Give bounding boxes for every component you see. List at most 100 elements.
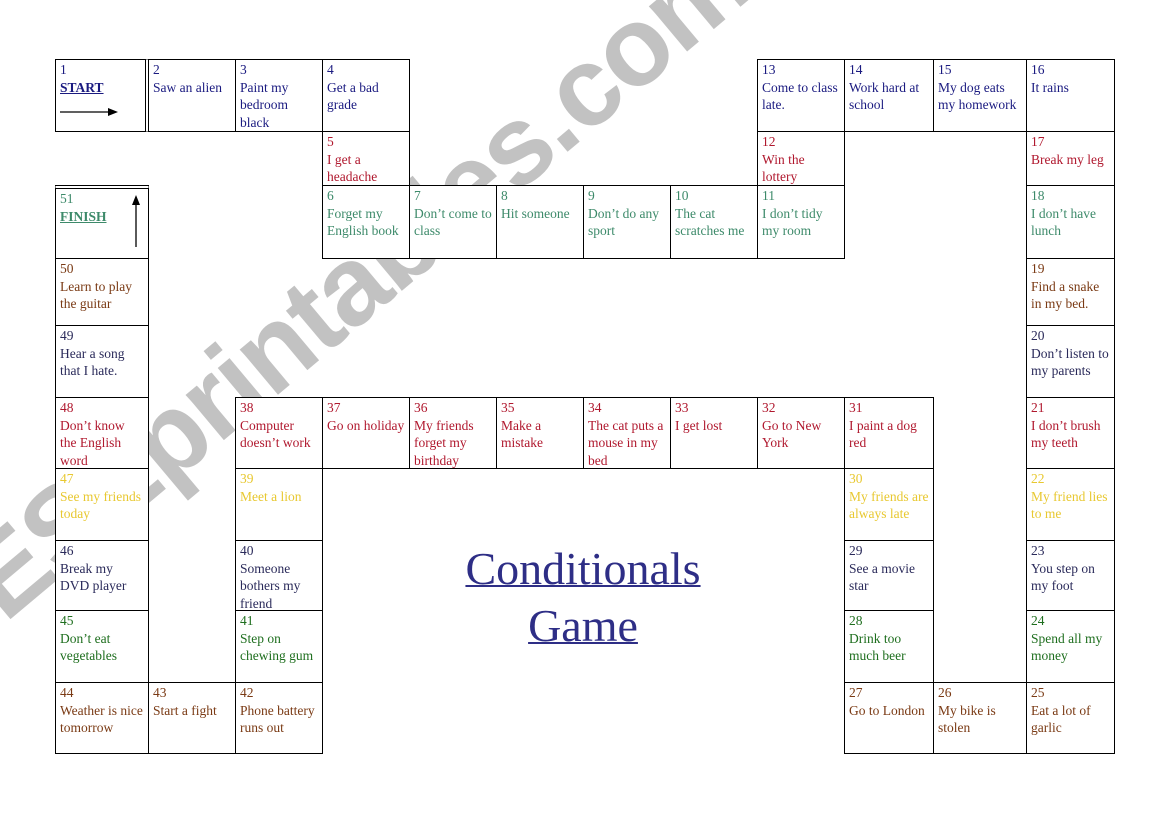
board-square-27: 27 Go to London [844,682,934,754]
square-text: My friends forget my birthday [414,417,474,468]
square-text: See a movie star [849,560,915,594]
square-text: Don’t come to class [414,205,492,239]
square-number: 46 [60,543,74,558]
start-label: START [60,79,104,95]
square-text: Computer doesn’t work [240,417,311,451]
square-text: Phone battery runs out [240,702,315,736]
board-square-10: 10 The cat scratches me [670,185,758,259]
square-text: Break my DVD player [60,560,127,594]
square-text: Paint my bedroom black [240,79,289,130]
square-number: 23 [1031,543,1045,558]
square-text: I don’t have lunch [1031,205,1096,239]
square-text: I don’t tidy my room [762,205,823,239]
square-number: 43 [153,685,167,700]
board-square-29: 29 See a movie star [844,540,934,611]
square-text: It rains [1031,79,1069,95]
board-square-11: 11 I don’t tidy my room [757,185,845,259]
square-number: 42 [240,685,254,700]
arrow-up-icon [132,195,140,247]
square-text: Go on holiday [327,417,405,433]
square-text: I get a headache [327,151,378,185]
square-number: 37 [327,400,341,415]
square-text: My friend lies to me [1031,488,1108,522]
board-square-5: 5 I get a headache [322,131,410,186]
square-text: My dog eats my homework [938,79,1017,113]
square-number: 2 [153,62,160,77]
square-text: Make a mistake [501,417,543,451]
square-number: 17 [1031,134,1045,149]
board-square-39: 39 Meet a lion [235,468,323,541]
board-square-19: 19 Find a snake in my bed. [1026,258,1115,326]
square-number: 14 [849,62,863,77]
board-square-37: 37 Go on holiday [322,397,410,469]
board-square-20: 20 Don’t listen to my parents [1026,325,1115,398]
square-text: Step on chewing gum [240,630,314,664]
square-number: 15 [938,62,952,77]
square-text: Win the lottery [762,151,805,185]
square-number: 9 [588,188,595,203]
square-number: 48 [60,400,74,415]
square-text: My bike is stolen [938,702,996,736]
square-text: I don’t brush my teeth [1031,417,1101,451]
square-text: Get a bad grade [327,79,379,113]
board-square-1: 1 START [55,59,149,132]
board-square-40: 40 Someone bothers my friend [235,540,323,611]
square-text: Someone bothers my friend [240,560,301,611]
square-text: Go to New York [762,417,822,451]
board-square-51: 51 FINISH [55,185,149,259]
board-square-49: 49 Hear a song that I hate. [55,325,149,398]
square-number: 30 [849,471,863,486]
square-number: 50 [60,261,74,276]
square-number: 27 [849,685,863,700]
square-number: 44 [60,685,74,700]
board-square-32: 32 Go to New York [757,397,845,469]
board-square-50: 50 Learn to play the guitar [55,258,149,326]
board-square-31: 31 I paint a dog red [844,397,934,469]
board-square-22: 22 My friend lies to me [1026,468,1115,541]
board-square-6: 6 Forget my English book [322,185,410,259]
square-number: 7 [414,188,421,203]
square-number: 5 [327,134,334,149]
square-text: Spend all my money [1031,630,1103,664]
square-text: Hit someone [501,205,570,221]
square-text: The cat scratches me [675,205,745,239]
board-square-15: 15 My dog eats my homework [933,59,1027,132]
square-number: 12 [762,134,776,149]
board-square-48: 48 Don’t know the English word [55,397,149,469]
square-text: You step on my foot [1031,560,1095,594]
square-number: 40 [240,543,254,558]
board-square-45: 45 Don’t eat vegetables [55,610,149,683]
square-number: 39 [240,471,254,486]
square-text: Don’t know the English word [60,417,125,468]
board-square-2: 2 Saw an alien [148,59,236,132]
board-square-16: 16 It rains [1026,59,1115,132]
board-square-36: 36 My friends forget my birthday [409,397,497,469]
square-text: Eat a lot of garlic [1031,702,1091,736]
board-square-42: 42 Phone battery runs out [235,682,323,754]
board-square-43: 43 Start a fight [148,682,236,754]
square-text: Learn to play the guitar [60,278,132,312]
board-square-8: 8 Hit someone [496,185,584,259]
title-line-1: Conditionals [465,543,701,594]
arrow-right-icon [60,108,118,116]
square-number: 45 [60,613,74,628]
square-number: 41 [240,613,254,628]
square-number: 16 [1031,62,1045,77]
square-number: 21 [1031,400,1045,415]
square-text: Break my leg [1031,151,1104,167]
square-text: Start a fight [153,702,217,718]
square-text: Forget my English book [327,205,399,239]
square-text: Weather is nice tomorrow [60,702,143,736]
square-text: Meet a lion [240,488,302,504]
square-text: Drink too much beer [849,630,906,664]
square-text: See my friends today [60,488,141,522]
board-square-3: 3 Paint my bedroom black [235,59,323,132]
square-text: I get lost [675,417,723,433]
board-square-35: 35 Make a mistake [496,397,584,469]
square-number: 28 [849,613,863,628]
square-text: Hear a song that I hate. [60,345,125,379]
square-text: Work hard at school [849,79,920,113]
square-text: My friends are always late [849,488,929,522]
square-number: 26 [938,685,952,700]
square-text: The cat puts a mouse in my bed [588,417,664,468]
